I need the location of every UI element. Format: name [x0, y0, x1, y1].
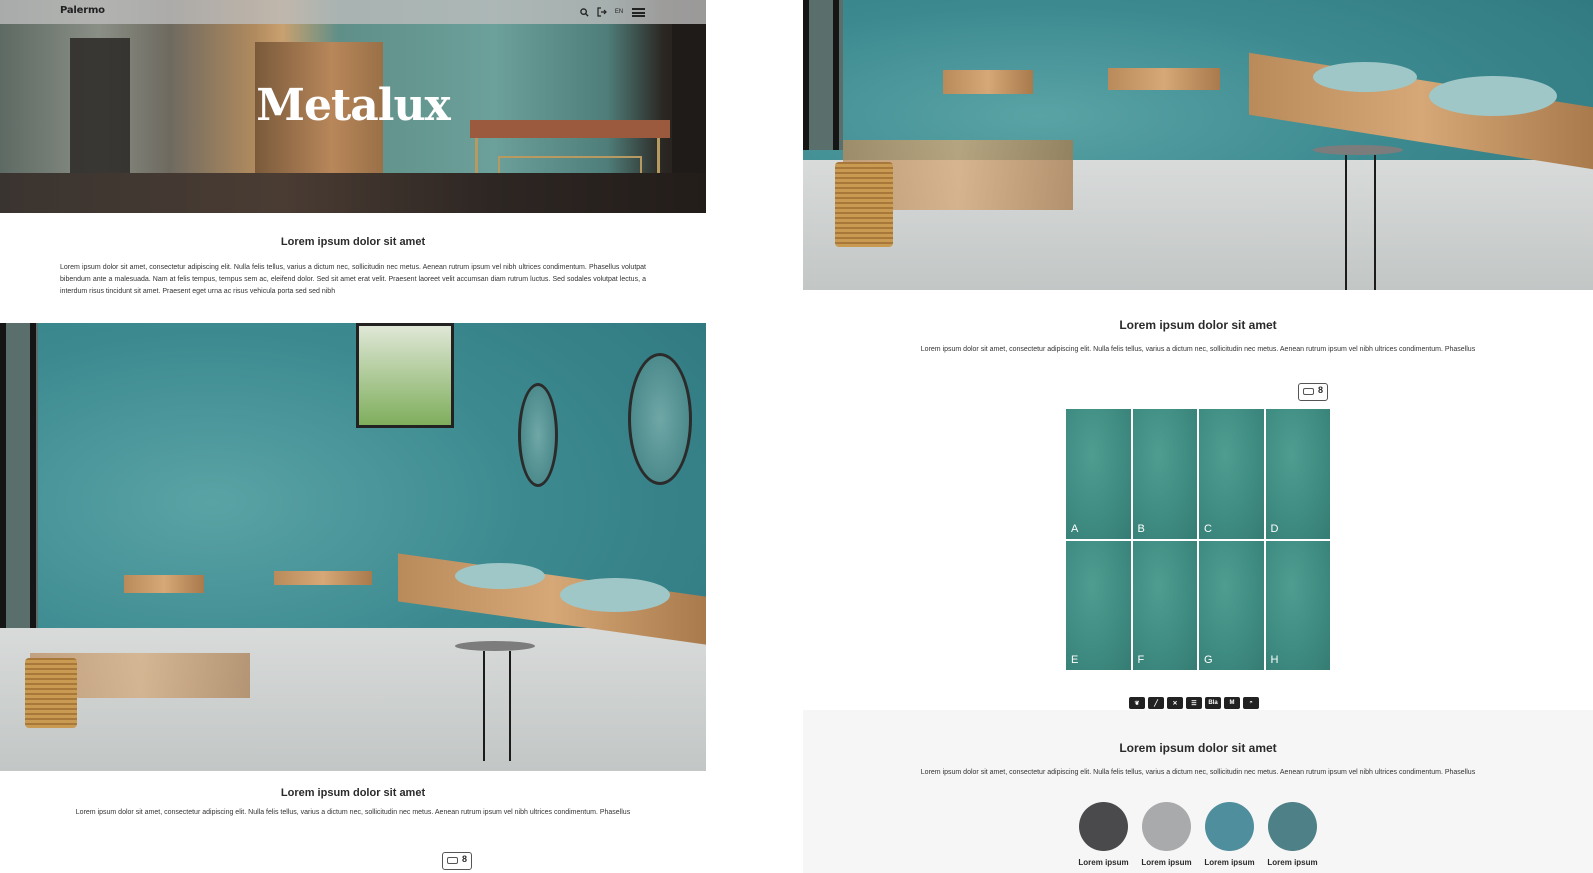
tile: B [1132, 409, 1197, 539]
tile: D [1265, 409, 1330, 539]
scene-dark-window [803, 0, 843, 150]
tile: E [1066, 540, 1131, 670]
top-navbar: Palermo EN [0, 0, 706, 24]
scene-floor [0, 627, 706, 771]
language-switch[interactable]: EN [612, 6, 626, 18]
tile-pack-icon [1303, 388, 1314, 395]
brush-icon: ╱ [1148, 697, 1164, 709]
m-badge: M [1224, 697, 1240, 709]
scene-shelf [124, 575, 204, 593]
scene-sink-right [560, 578, 670, 612]
swatch-label: Lorem ipsum [1078, 858, 1129, 867]
brand-logo[interactable]: Palermo [60, 5, 105, 16]
pieces-badge: 8 [442, 852, 472, 870]
color-swatches: Lorem ipsum Lorem ipsum Lorem ipsum Lore… [1078, 802, 1318, 867]
swatch-dot[interactable] [1079, 802, 1128, 851]
tile-label: A [1071, 522, 1079, 535]
tile-label: D [1270, 522, 1279, 535]
scene-stool [1313, 145, 1403, 290]
tile: H [1265, 540, 1330, 670]
scene-sink-right [1429, 76, 1557, 116]
color-swatch[interactable]: Lorem ipsum [1078, 802, 1129, 867]
tile: F [1132, 540, 1197, 670]
hero-banner: Metalux [0, 0, 706, 213]
pieces-badge-number: 8 [1317, 385, 1323, 395]
tile-pack-icon [447, 857, 458, 864]
hero-title: Metalux [256, 80, 450, 131]
section1-text: Lorem ipsum dolor sit amet, consectetur … [920, 346, 1476, 353]
color-swatch[interactable]: Lorem ipsum [1204, 802, 1255, 867]
intro-text: Lorem ipsum dolor sit amet, consectetur … [60, 264, 646, 295]
right-page: Lorem ipsum dolor sit amet Lorem ipsum d… [803, 0, 1593, 873]
scene-stool [455, 641, 535, 761]
colors-title: Lorem ipsum dolor sit amet [1119, 741, 1277, 755]
section2-text: Lorem ipsum dolor sit amet, consectetur … [75, 809, 631, 816]
tile-layout-grid: A B C D E F G H [1066, 409, 1330, 670]
brand-logo-text: Palermo [60, 5, 105, 16]
swatch-dot[interactable] [1205, 802, 1254, 851]
menu-icon[interactable] [632, 8, 645, 17]
scene-sink-left [1313, 62, 1417, 92]
pieces-badge-number: 8 [461, 854, 467, 864]
tile-label: B [1137, 522, 1145, 535]
login-icon[interactable] [596, 6, 608, 18]
tile: C [1199, 409, 1264, 539]
scene-basket [835, 162, 893, 247]
drop-icon: ◓ [1243, 697, 1259, 709]
colors-text: Lorem ipsum dolor sit amet, consectetur … [920, 769, 1476, 776]
color-swatch[interactable]: Lorem ipsum [1141, 802, 1192, 867]
scene-mirror-right [628, 353, 692, 485]
tile-label: G [1204, 654, 1213, 666]
hero-floor-image [0, 173, 706, 213]
tile-label: F [1137, 654, 1145, 666]
tile-label: C [1204, 522, 1212, 535]
swatch-dot[interactable] [1268, 802, 1317, 851]
left-page: Metalux Palermo EN Lorem ipsum dolor sit… [0, 0, 706, 873]
intro-title: Lorem ipsum dolor sit amet [280, 236, 426, 248]
swatch-label: Lorem ipsum [1204, 858, 1255, 867]
swatch-label: Lorem ipsum [1267, 858, 1318, 867]
tile: G [1199, 540, 1264, 670]
scene-shelf [943, 70, 1033, 94]
scene-dark-window [0, 323, 38, 653]
leaf-icon: ❦ [1129, 697, 1145, 709]
search-icon[interactable] [578, 6, 590, 18]
cross-icon: ✕ [1167, 697, 1183, 709]
bathroom-scene-image [0, 323, 706, 771]
bla-badge: Bla [1205, 697, 1221, 709]
scene-basket [25, 658, 77, 728]
list-icon: ☰ [1186, 697, 1202, 709]
section2-title: Lorem ipsum dolor sit amet [280, 787, 426, 799]
scene-bench [1108, 68, 1220, 90]
color-swatch[interactable]: Lorem ipsum [1267, 802, 1318, 867]
scene-mirror-left [518, 383, 558, 487]
swatch-dot[interactable] [1142, 802, 1191, 851]
tile-label: E [1071, 654, 1079, 666]
tile-label: H [1270, 654, 1279, 666]
scene-bench [274, 571, 372, 585]
swatch-label: Lorem ipsum [1141, 858, 1192, 867]
scene-window [356, 323, 454, 428]
bathroom-scene-crop-image [803, 0, 1593, 290]
scene-sink-left [455, 563, 545, 589]
section1-title: Lorem ipsum dolor sit amet [1119, 318, 1277, 332]
pieces-badge: 8 [1298, 383, 1328, 401]
feature-icons-row: ❦ ╱ ✕ ☰ Bla M ◓ [1129, 697, 1259, 709]
tile: A [1066, 409, 1131, 539]
